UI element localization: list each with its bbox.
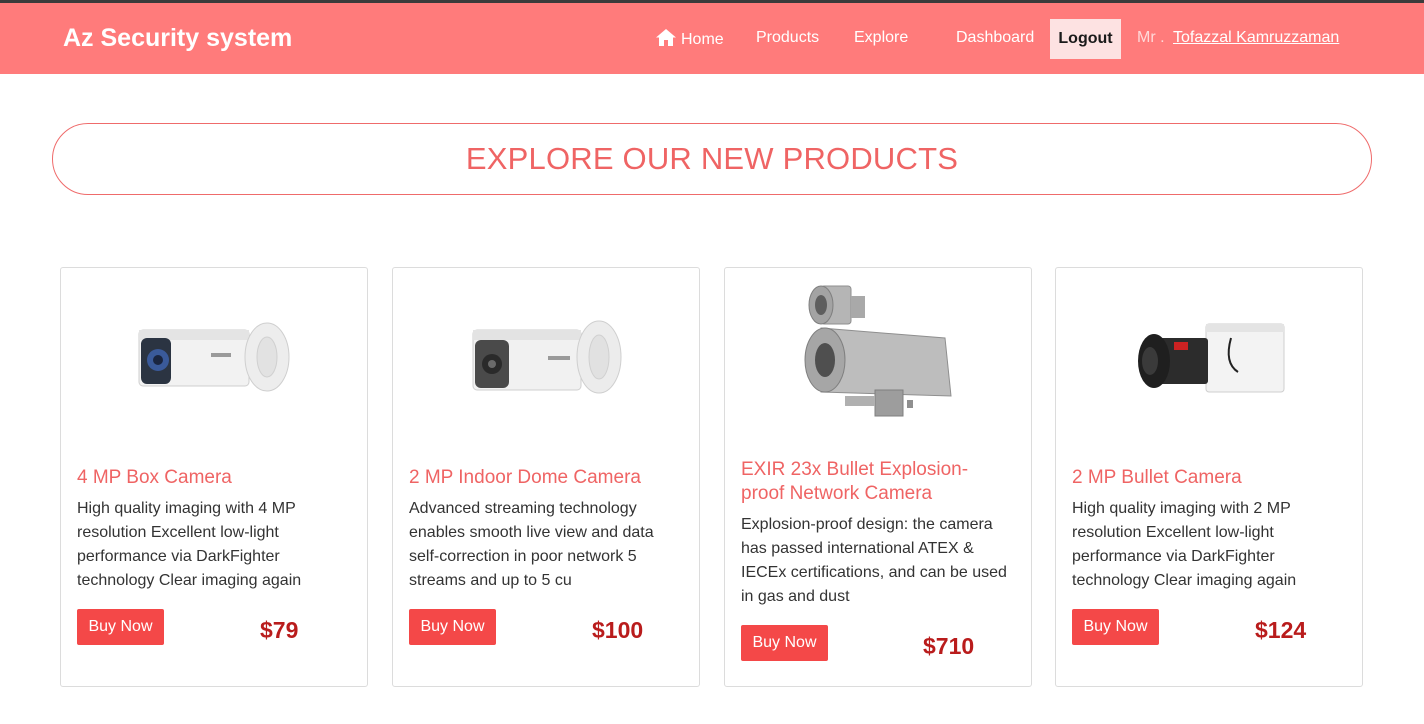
bullet-camera-image [472,320,622,394]
nav-explore[interactable]: Explore [854,29,908,47]
buy-now-button[interactable]: Buy Now [409,609,496,645]
buy-now-button[interactable]: Buy Now [1072,609,1159,645]
section-banner: EXPLORE OUR NEW PRODUCTS [52,123,1372,195]
buy-now-button[interactable]: Buy Now [741,625,828,661]
nav-products[interactable]: Products [756,29,819,47]
buy-now-button[interactable]: Buy Now [77,609,164,645]
section-title: EXPLORE OUR NEW PRODUCTS [465,141,959,176]
product-description: High quality imaging with 2 MP resolutio… [1072,500,1297,589]
product-title[interactable]: 2 MP Indoor Dome Camera [409,466,679,490]
home-icon [656,29,676,46]
product-description: Advanced streaming technology enables sm… [409,500,654,589]
explosion-proof-camera-image [804,285,952,417]
product-description: High quality imaging with 4 MP resolutio… [77,500,302,589]
nav-home[interactable]: Home [656,29,724,49]
nav-dashboard[interactable]: Dashboard [956,29,1034,47]
product-card: 4 MP Box Camera High quality imaging wit… [60,267,368,687]
box-camera-image [1138,323,1285,393]
product-image [393,268,699,448]
product-card: 2 MP Bullet Camera High quality imaging … [1055,267,1363,687]
product-card: EXIR 23x Bullet Explosion-proof Network … [724,267,1032,687]
user-name-link[interactable]: Tofazzal Kamruzzaman [1173,29,1339,47]
product-card: 2 MP Indoor Dome Camera Advanced streami… [392,267,700,687]
product-price: $79 [260,617,299,643]
product-title[interactable]: 2 MP Bullet Camera [1072,466,1342,490]
logout-button[interactable]: Logout [1050,19,1121,59]
product-price: $710 [923,633,975,659]
product-image [725,268,1031,448]
nav-home-label: Home [681,31,724,48]
product-image [1056,268,1362,448]
product-title[interactable]: EXIR 23x Bullet Explosion-proof Network … [741,458,1011,506]
user-prefix: Mr . [1137,29,1165,46]
product-description: Explosion-proof design: the camera has p… [741,516,1007,605]
product-price: $100 [592,617,644,643]
bullet-camera-image [138,322,290,392]
product-title[interactable]: 4 MP Box Camera [77,466,347,490]
product-image [61,268,367,448]
navbar: Az Security system Home Products Explore… [0,3,1424,74]
product-price: $124 [1255,617,1307,643]
brand-logo-text[interactable]: Az Security system [63,24,292,53]
